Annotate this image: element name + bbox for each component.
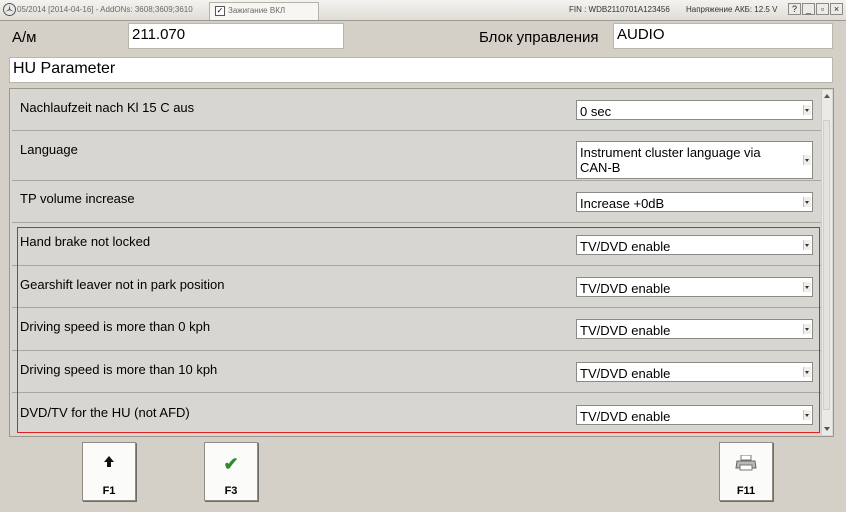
parameter-row: TP volume increase Increase +0dB [12, 181, 821, 223]
up-arrow-icon [83, 455, 135, 473]
dropdown-arrow-icon[interactable] [803, 155, 811, 165]
parameter-select[interactable]: Increase +0dB [576, 192, 813, 212]
parameter-select[interactable]: Instrument cluster language via CAN-B [576, 141, 813, 179]
f1-key-label: F1 [102, 485, 116, 497]
f3-key-label: F3 [224, 485, 238, 497]
f1-up-button[interactable]: F1 [82, 442, 136, 501]
parameter-value: Increase +0dB [580, 196, 665, 211]
battery-voltage: Напряжение АКБ: 12.5 V [686, 5, 778, 14]
restore-button[interactable]: ▫ [816, 3, 829, 15]
ignition-status-tab: ✓ Зажигание ВКЛ [209, 2, 319, 20]
parameter-value: 0 sec [580, 104, 612, 119]
printer-icon [720, 454, 772, 476]
parameter-label: Nachlaufzeit nach Kl 15 C aus [20, 100, 195, 115]
scroll-thumb[interactable] [823, 120, 830, 410]
control-unit-label: Блок управления [479, 29, 599, 46]
vehicle-model-label: А/м [12, 29, 37, 46]
ignition-checkbox: ✓ [215, 6, 225, 16]
section-title: HU Parameter [9, 57, 833, 83]
f11-key-label: F11 [736, 485, 756, 497]
vehicle-model-field: 211.070 [128, 23, 344, 49]
parameter-row: Language Instrument cluster language via… [12, 131, 821, 181]
ignition-status-label: Зажигание ВКЛ [228, 6, 286, 15]
parameter-label: TP volume increase [20, 191, 135, 206]
checkmark-icon: ✔ [223, 454, 239, 474]
version-info: 05/2014 [2014-04-16] - AddONs: 3608;3609… [17, 5, 193, 14]
title-bar: 05/2014 [2014-04-16] - AddONs: 3608;3609… [0, 0, 846, 21]
control-unit-field: AUDIO [613, 23, 833, 49]
parameter-select[interactable]: 0 sec [576, 100, 813, 120]
parameter-list: Nachlaufzeit nach Kl 15 C aus 0 sec Lang… [9, 88, 834, 437]
minimize-button[interactable]: _ [802, 3, 815, 15]
vin-display: FIN : WDB2110701A123456 [569, 5, 670, 14]
highlight-box [17, 227, 820, 433]
parameter-label: Language [20, 142, 78, 157]
vertical-scrollbar[interactable] [821, 90, 832, 435]
scroll-down-icon[interactable] [824, 427, 830, 431]
parameter-row: Nachlaufzeit nach Kl 15 C aus 0 sec [12, 89, 821, 131]
parameter-value: Instrument cluster language via CAN-B [580, 145, 761, 175]
close-button[interactable]: × [830, 3, 843, 15]
dropdown-arrow-icon[interactable] [803, 105, 811, 115]
scroll-up-icon[interactable] [824, 94, 830, 98]
help-button[interactable]: ? [788, 3, 801, 15]
mercedes-star-icon [3, 3, 16, 16]
dropdown-arrow-icon[interactable] [803, 197, 811, 207]
f11-print-button[interactable]: F11 [719, 442, 773, 501]
f3-confirm-button[interactable]: ✔ F3 [204, 442, 258, 501]
